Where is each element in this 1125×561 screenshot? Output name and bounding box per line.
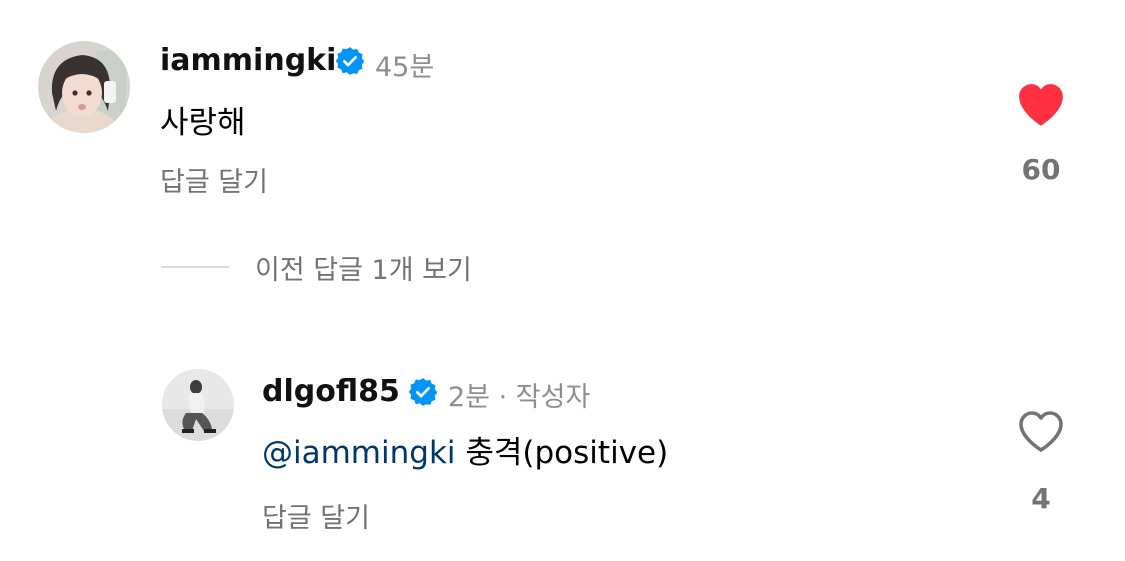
verified-badge-icon [335,46,365,76]
comment-text: 사랑해 [160,105,246,141]
heart-outline-icon [1019,411,1063,452]
like-count: 4 [1031,482,1051,515]
comment-time: 45분 [375,52,435,83]
heart-filled-icon [1019,84,1063,126]
reply-text-content: 충격(positive) [455,435,669,471]
like-button[interactable] [1016,82,1066,128]
view-replies-label: 이전 답글 1개 보기 [255,254,472,286]
view-previous-replies-button[interactable]: 이전 답글 1개 보기 [161,247,472,287]
user-avatar-icon [162,369,234,441]
avatar[interactable] [162,369,234,441]
avatar[interactable] [38,41,130,133]
reply-username[interactable]: dlgofl85 [262,374,400,409]
reply-button[interactable]: 답글 달기 [262,496,370,535]
like-count: 60 [1021,153,1061,186]
reply-text: @iammingki 충격(positive) [262,427,668,472]
divider-line [161,266,229,268]
user-avatar-icon [38,41,130,133]
reply-time: 2분 · 작성자 [448,382,591,413]
comment-username[interactable]: iammingki [160,43,336,78]
verified-badge-icon [408,377,438,407]
mention-link[interactable]: @iammingki [262,435,456,471]
reply-button[interactable]: 답글 달기 [160,160,268,199]
like-button[interactable] [1017,410,1065,454]
